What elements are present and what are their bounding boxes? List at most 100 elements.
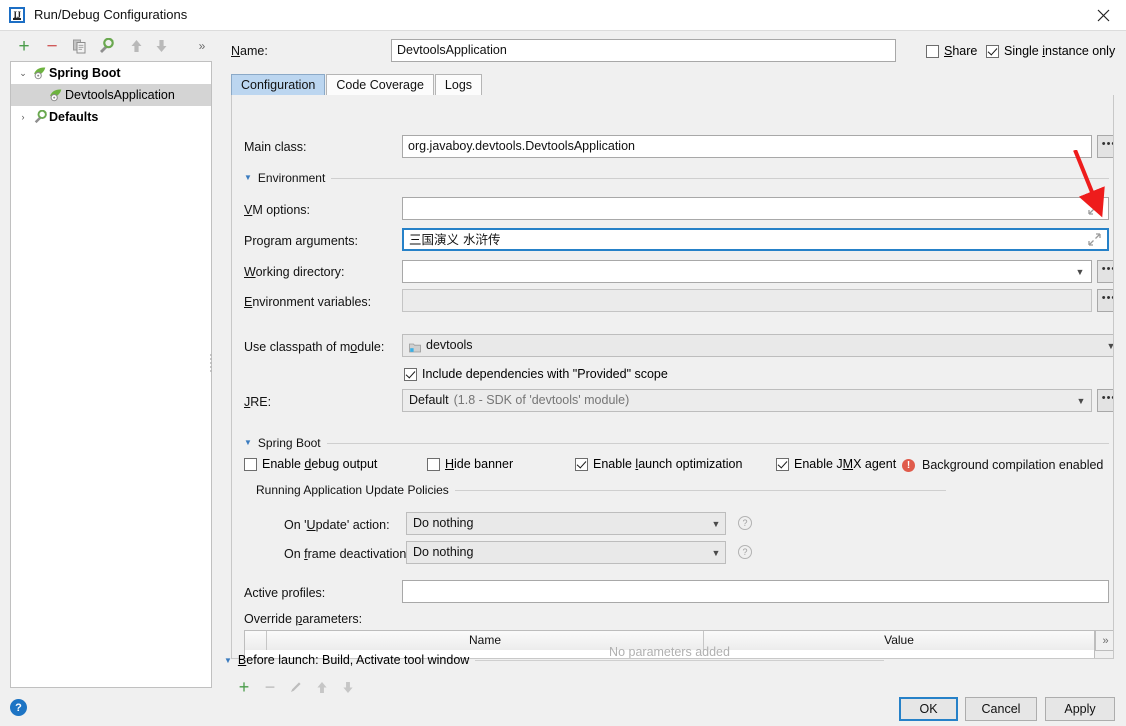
program-arguments-input[interactable]: 三国演义 水浒传 xyxy=(402,228,1109,251)
vm-options-input[interactable] xyxy=(402,197,1109,220)
single-instance-checkbox-box[interactable] xyxy=(986,45,999,58)
before-launch-add-button[interactable]: + xyxy=(231,676,257,698)
before-launch-header[interactable]: ▼ BBefore launch: Build, Activate tool w… xyxy=(224,653,884,667)
enable-jmx-agent-checkbox-box[interactable] xyxy=(776,458,789,471)
program-arguments-expand-icon[interactable] xyxy=(1088,233,1102,247)
use-classpath-value: devtools xyxy=(426,335,473,356)
main-class-browse-button[interactable]: ••• xyxy=(1097,135,1114,158)
spring-boot-section-label: Spring Boot xyxy=(258,436,321,450)
environment-section-header[interactable]: ▼ Environment xyxy=(244,171,1109,185)
before-launch-move-down-icon xyxy=(335,676,361,698)
enable-launch-optimization-checkbox-box[interactable] xyxy=(575,458,588,471)
apply-button[interactable]: Apply xyxy=(1045,697,1115,721)
share-checkbox-box[interactable] xyxy=(926,45,939,58)
ok-button[interactable]: OK xyxy=(899,697,958,721)
share-checkbox-label: Share xyxy=(944,44,977,58)
remove-configuration-button[interactable]: − xyxy=(42,36,62,56)
active-profiles-label: Active profiles: xyxy=(244,586,325,600)
include-dependencies-label: Include dependencies with "Provided" sco… xyxy=(422,367,668,381)
before-launch-toolbar: + − xyxy=(231,676,361,698)
toolbar-more-button[interactable]: » xyxy=(192,36,212,56)
active-profiles-input[interactable] xyxy=(402,580,1109,603)
background-compilation-warning-label: Background compilation enabled xyxy=(922,458,1103,472)
vm-options-expand-icon[interactable] xyxy=(1088,202,1102,216)
move-down-icon[interactable] xyxy=(151,36,171,56)
configuration-tab-content: Main class: org.javaboy.devtools.Devtool… xyxy=(231,95,1114,659)
enable-debug-output-checkbox[interactable]: Enable debug output xyxy=(244,457,377,471)
section-divider xyxy=(331,178,1109,179)
update-policies-label: Running Application Update Policies xyxy=(256,483,449,497)
main-class-input[interactable]: org.javaboy.devtools.DevtoolsApplication xyxy=(402,135,1092,158)
tree-item-label: Spring Boot xyxy=(49,66,121,80)
panel-splitter-handle[interactable] xyxy=(208,352,213,374)
on-frame-deactivation-combobox[interactable]: Do nothing xyxy=(406,541,726,564)
name-label: Name: xyxy=(231,44,268,58)
add-configuration-button[interactable]: + xyxy=(14,36,34,56)
tree-item-devtoolsapplication[interactable]: DevtoolsApplication xyxy=(11,84,211,106)
include-dependencies-checkbox-box[interactable] xyxy=(404,368,417,381)
working-directory-browse-button[interactable]: ••• xyxy=(1097,260,1114,283)
collapse-triangle-icon[interactable]: ▼ xyxy=(224,656,232,665)
configuration-tabs: Configuration Code Coverage Logs xyxy=(231,73,483,95)
on-update-action-combobox[interactable]: Do nothing xyxy=(406,512,726,535)
wrench-icon xyxy=(31,110,49,124)
chevron-down-icon[interactable]: ⌄ xyxy=(15,68,31,79)
enable-jmx-agent-checkbox[interactable]: Enable JMX agent xyxy=(776,457,896,471)
cancel-button[interactable]: Cancel xyxy=(965,697,1037,721)
environment-section-label: Environment xyxy=(258,171,325,185)
tab-configuration[interactable]: Configuration xyxy=(231,74,325,95)
override-parameters-label: Override parameters: xyxy=(244,612,362,626)
hide-banner-checkbox-box[interactable] xyxy=(427,458,440,471)
environment-variables-input[interactable] xyxy=(402,289,1092,312)
include-dependencies-checkbox[interactable]: Include dependencies with "Provided" sco… xyxy=(404,367,668,381)
single-instance-checkbox-label: Single instance only xyxy=(1004,44,1115,58)
working-directory-input[interactable] xyxy=(402,260,1092,283)
override-parameters-expand-button[interactable]: » xyxy=(1095,630,1114,651)
configurations-tree[interactable]: ⌄ Spring Boot DevtoolsApplication xyxy=(10,61,212,688)
spring-boot-section-header[interactable]: ▼ Spring Boot xyxy=(244,436,1109,450)
group-divider xyxy=(455,490,946,491)
hide-banner-checkbox[interactable]: Hide banner xyxy=(427,457,513,471)
enable-debug-output-label: Enable debug output xyxy=(262,457,377,471)
share-checkbox[interactable]: Share xyxy=(926,44,977,58)
update-policies-header: Running Application Update Policies xyxy=(256,483,946,497)
tree-item-defaults[interactable]: › Defaults xyxy=(11,106,211,128)
jre-browse-button[interactable]: ••• xyxy=(1097,389,1114,412)
copy-configuration-icon[interactable] xyxy=(69,36,89,56)
before-launch-edit-pencil-icon xyxy=(283,676,309,698)
on-frame-deactivation-label: On frame deactivation: xyxy=(284,547,410,561)
close-icon[interactable] xyxy=(1081,0,1126,30)
environment-variables-label: Environment variables: xyxy=(244,295,371,309)
on-frame-help-icon[interactable]: ? xyxy=(738,545,752,559)
edit-templates-wrench-icon[interactable] xyxy=(96,36,116,56)
module-icon xyxy=(409,340,421,352)
jre-label: JRE: xyxy=(244,395,271,409)
enable-debug-output-checkbox-box[interactable] xyxy=(244,458,257,471)
vm-options-label: VM options: xyxy=(244,203,310,217)
enable-jmx-agent-label: Enable JMX agent xyxy=(794,457,896,471)
jre-value-hint: (1.8 - SDK of 'devtools' module) xyxy=(454,390,630,411)
chevron-right-icon[interactable]: › xyxy=(15,112,31,122)
enable-launch-optimization-checkbox[interactable]: Enable launch optimization xyxy=(575,457,742,471)
move-up-icon[interactable] xyxy=(126,36,146,56)
help-button[interactable]: ? xyxy=(10,699,27,716)
use-classpath-combobox[interactable]: devtools xyxy=(402,334,1114,357)
spring-boot-icon xyxy=(47,88,65,102)
tree-item-label: DevtoolsApplication xyxy=(65,88,175,102)
before-launch-label: BBefore launch: Build, Activate tool win… xyxy=(238,653,469,667)
tab-logs[interactable]: Logs xyxy=(435,74,482,95)
hide-banner-label: Hide banner xyxy=(445,457,513,471)
environment-variables-browse-button[interactable]: ••• xyxy=(1097,289,1114,312)
configurations-toolbar: + − » xyxy=(0,31,212,61)
name-input[interactable]: DevtoolsApplication xyxy=(391,39,896,62)
collapse-triangle-icon[interactable]: ▼ xyxy=(244,439,252,447)
tab-code-coverage[interactable]: Code Coverage xyxy=(326,74,434,95)
collapse-triangle-icon[interactable]: ▼ xyxy=(244,174,252,182)
enable-launch-optimization-label: Enable launch optimization xyxy=(593,457,742,471)
on-update-help-icon[interactable]: ? xyxy=(738,516,752,530)
single-instance-checkbox[interactable]: Single instance only xyxy=(986,44,1115,58)
tree-item-spring-boot[interactable]: ⌄ Spring Boot xyxy=(11,62,211,84)
run-debug-configurations-dialog: IJ Run/Debug Configurations + − xyxy=(0,0,1126,726)
before-launch-remove-button: − xyxy=(257,676,283,698)
jre-combobox[interactable]: Default (1.8 - SDK of 'devtools' module) xyxy=(402,389,1092,412)
